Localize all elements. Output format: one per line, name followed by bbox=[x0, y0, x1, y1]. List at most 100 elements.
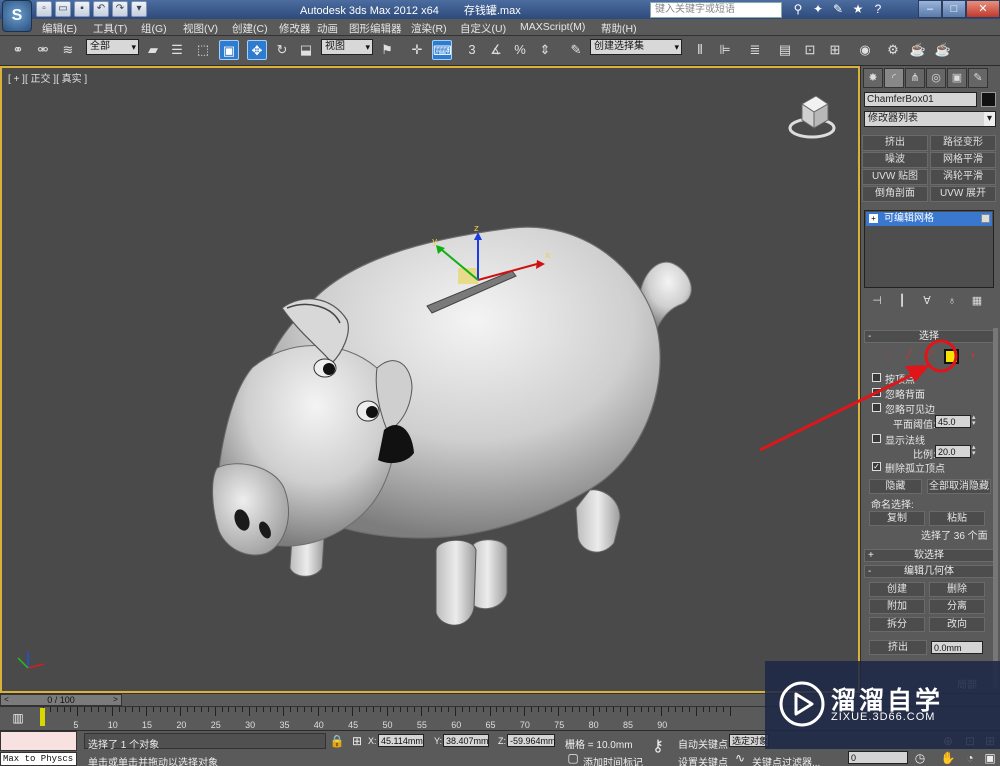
maximize-viewport-icon[interactable]: ▣ bbox=[982, 750, 998, 766]
time-slider-playhead[interactable] bbox=[40, 708, 45, 726]
link-icon[interactable]: ⚭ bbox=[8, 40, 28, 60]
menu-customize[interactable]: 自定义(U) bbox=[460, 21, 506, 36]
menu-maxscript[interactable]: MAXScript(M) bbox=[520, 21, 585, 33]
vertex-level-icon[interactable]: ⋰ bbox=[881, 349, 895, 363]
object-name-field[interactable]: ChamferBox01 bbox=[864, 92, 977, 107]
ignore-backfacing-checkbox[interactable] bbox=[872, 388, 881, 397]
expand-icon[interactable]: + bbox=[869, 214, 878, 223]
select-rotate-icon[interactable]: ↻ bbox=[272, 40, 292, 60]
add-time-tag-icon[interactable]: ▢ bbox=[565, 750, 581, 766]
modifier-button-path-deform[interactable]: 路径变形 bbox=[930, 135, 996, 151]
render-setup-icon[interactable]: ⚙ bbox=[883, 40, 903, 60]
schematic-view-icon[interactable]: ⊞ bbox=[825, 40, 845, 60]
copy-button[interactable]: 复制 bbox=[869, 511, 925, 526]
select-by-name-icon[interactable]: ☰ bbox=[167, 40, 187, 60]
open-file-icon[interactable]: ▭ bbox=[55, 1, 71, 17]
modifier-button-meshsmooth[interactable]: 网格平滑 bbox=[930, 152, 996, 168]
menu-graph-editors[interactable]: 图形编辑器 bbox=[349, 21, 402, 36]
set-key-button[interactable]: 设置关键点 bbox=[678, 754, 728, 766]
save-file-icon[interactable]: ▪ bbox=[74, 1, 90, 17]
selection-filter-dropdown[interactable]: 全部 bbox=[86, 39, 139, 55]
orbit-icon[interactable]: ◔ bbox=[962, 750, 978, 766]
delete-isolated-checkbox[interactable]: ✓ bbox=[872, 462, 881, 471]
configure-sets-icon[interactable]: ▦ bbox=[969, 294, 985, 308]
app-menu-button[interactable]: S bbox=[2, 0, 32, 32]
planar-thresh-field[interactable]: 45.0 bbox=[935, 415, 971, 428]
element-level-icon[interactable]: ◗ bbox=[966, 349, 980, 363]
command-panel-scrollbar[interactable] bbox=[993, 328, 998, 688]
soft-selection-rollout-header[interactable]: + 软选择 bbox=[864, 549, 994, 562]
menu-rendering[interactable]: 渲染(R) bbox=[411, 21, 447, 36]
face-level-icon[interactable]: ◸ bbox=[923, 349, 937, 363]
spinner-snap-icon[interactable]: ⇕ bbox=[535, 40, 555, 60]
detach-button[interactable]: 分离 bbox=[929, 599, 985, 614]
curve-editor-icon[interactable]: ⊡ bbox=[800, 40, 820, 60]
binoculars-icon[interactable]: ⚲ bbox=[790, 1, 806, 17]
named-selection-set-dropdown[interactable]: 创建选择集 bbox=[590, 39, 682, 55]
time-slider-next-icon[interactable]: > bbox=[111, 695, 120, 705]
selection-rollout-header[interactable]: - 选择 bbox=[864, 330, 994, 343]
current-frame-field[interactable]: 0 bbox=[848, 751, 908, 764]
extrude-button[interactable]: 挤出 bbox=[869, 640, 927, 655]
select-scale-icon[interactable]: ⬓ bbox=[296, 40, 316, 60]
mirror-icon[interactable]: ⫴ bbox=[690, 40, 710, 60]
select-object-icon[interactable]: ▰ bbox=[143, 40, 163, 60]
divide-button[interactable]: 拆分 bbox=[869, 617, 925, 632]
unlink-icon[interactable]: ⚮ bbox=[33, 40, 53, 60]
keyboard-shortcut-override-icon[interactable]: ⌨ bbox=[432, 40, 452, 60]
pin-stack-icon[interactable]: ⊣ bbox=[869, 294, 885, 308]
time-config-icon[interactable]: ◷ bbox=[912, 750, 928, 766]
edge-level-icon[interactable]: ╱ bbox=[902, 349, 916, 363]
redo-icon[interactable]: ↷ bbox=[112, 1, 128, 17]
menu-animation[interactable]: 动画 bbox=[317, 21, 338, 36]
open-mini-curve-editor-icon[interactable]: ▥ bbox=[10, 710, 26, 726]
object-color-swatch[interactable] bbox=[981, 92, 996, 107]
menu-help[interactable]: 帮助(H) bbox=[601, 21, 637, 36]
motion-tab-icon[interactable]: ◎ bbox=[926, 68, 946, 88]
reference-coord-dropdown[interactable]: 视图 bbox=[321, 39, 373, 55]
bind-space-warp-icon[interactable]: ≋ bbox=[58, 40, 78, 60]
edit-geometry-rollout-header[interactable]: - 编辑几何体 bbox=[864, 565, 994, 578]
menu-tools[interactable]: 工具(T) bbox=[93, 21, 127, 36]
manipulate-icon[interactable]: ✛ bbox=[407, 40, 427, 60]
rendered-frame-window-icon[interactable]: ☕ bbox=[908, 40, 928, 60]
stack-item-editable-mesh[interactable]: + 可编辑网格 bbox=[866, 212, 992, 226]
menu-modifiers[interactable]: 修改器 bbox=[279, 21, 311, 36]
create-button[interactable]: 创建 bbox=[869, 582, 925, 597]
attach-button[interactable]: 附加 bbox=[869, 599, 925, 614]
paste-button[interactable]: 粘贴 bbox=[929, 511, 985, 526]
time-slider[interactable]: < 0 / 100 > bbox=[0, 694, 122, 706]
delete-button[interactable]: 删除 bbox=[929, 582, 985, 597]
modifier-button-unwrap-uvw[interactable]: UVW 展开 bbox=[930, 186, 996, 202]
utilities-tab-icon[interactable]: ✎ bbox=[968, 68, 988, 88]
modifier-button-turbosmooth[interactable]: 涡轮平滑 bbox=[930, 169, 996, 185]
menu-group[interactable]: 组(G) bbox=[141, 21, 167, 36]
qat-dropdown-icon[interactable]: ▾ bbox=[131, 1, 147, 17]
perspective-viewport[interactable]: [ + ][ 正交 ][ 真实 ] x y z bbox=[0, 66, 860, 693]
render-production-icon[interactable]: ☕ bbox=[933, 40, 953, 60]
hierarchy-tab-icon[interactable]: ⋔ bbox=[905, 68, 925, 88]
new-file-icon[interactable]: ▫ bbox=[36, 1, 52, 17]
undo-icon[interactable]: ↶ bbox=[93, 1, 109, 17]
modifier-list-dropdown[interactable]: 修改器列表 bbox=[864, 111, 996, 127]
select-move-icon[interactable]: ✥ bbox=[247, 40, 267, 60]
x-coord-field[interactable]: 45.114mm bbox=[378, 734, 424, 747]
help-icon[interactable]: ? bbox=[870, 1, 886, 17]
set-key-icon[interactable]: ⚷ bbox=[650, 739, 666, 755]
show-end-result-icon[interactable]: ┃ bbox=[894, 294, 910, 308]
planar-thresh-spinner[interactable]: ▴ ▾ bbox=[972, 414, 979, 428]
piggy-bank-model[interactable]: x y z bbox=[2, 68, 858, 691]
menu-views[interactable]: 视图(V) bbox=[183, 21, 218, 36]
add-time-tag-label[interactable]: 添加时间标记 bbox=[583, 754, 643, 766]
angle-snap-icon[interactable]: ∡ bbox=[486, 40, 506, 60]
toggle-modifier-icon[interactable] bbox=[981, 214, 990, 223]
modify-tab-icon[interactable]: ◜ bbox=[884, 68, 904, 88]
extrude-amount-field[interactable]: 0.0mm bbox=[931, 641, 983, 654]
selected-dropdown[interactable]: 选定对象 bbox=[729, 734, 769, 747]
scale-spinner[interactable]: ▴ ▾ bbox=[972, 444, 979, 458]
absolute-mode-icon[interactable]: ⊞ bbox=[349, 733, 365, 749]
modifier-button-extrude[interactable]: 挤出 bbox=[862, 135, 928, 151]
selection-lock-icon[interactable]: 🔒 bbox=[329, 733, 345, 749]
close-button[interactable]: ✕ bbox=[966, 0, 1000, 18]
search-input[interactable]: 键入关键字或短语 bbox=[650, 2, 782, 18]
